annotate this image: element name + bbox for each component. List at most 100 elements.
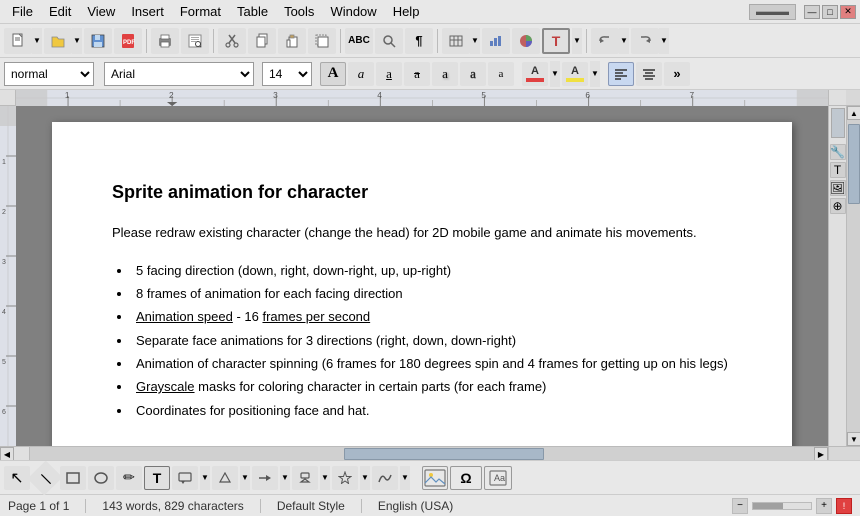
sidebar-character-icon[interactable]: T [830, 162, 846, 178]
menu-tools[interactable]: Tools [276, 2, 322, 21]
paste-button[interactable] [278, 28, 306, 54]
redo-arrow[interactable]: ▼ [659, 28, 669, 54]
menu-table[interactable]: Table [229, 2, 276, 21]
table-arrow[interactable]: ▼ [470, 28, 480, 54]
align-left-button[interactable] [608, 62, 634, 86]
print-button[interactable] [151, 28, 179, 54]
text-draw-tool[interactable]: T [144, 466, 170, 490]
new-arrow[interactable]: ▼ [32, 28, 42, 54]
font-color-arrow[interactable]: ▼ [550, 61, 560, 87]
save-button[interactable] [84, 28, 112, 54]
menu-format[interactable]: Format [172, 2, 229, 21]
font-select[interactable]: Arial Times New Roman Courier New [104, 62, 254, 86]
scroll-track-h[interactable] [30, 447, 814, 460]
callout-arrow[interactable]: ▼ [200, 466, 210, 490]
zoom-slider[interactable] [752, 502, 812, 510]
insert-pie-button[interactable] [512, 28, 540, 54]
document-area[interactable]: Sprite animation for character Please re… [16, 106, 828, 446]
shape-arrow[interactable]: ▼ [240, 466, 250, 490]
preview-button[interactable] [181, 28, 209, 54]
scroll-left-arrow[interactable]: ◀ [0, 447, 14, 461]
strikethrough-button[interactable]: a [404, 62, 430, 86]
spellcheck-button[interactable]: ABC [345, 28, 373, 54]
zoom-fill [753, 503, 783, 509]
export-pdf-button[interactable]: PDF [114, 28, 142, 54]
scroll-up-arrow[interactable]: ▲ [847, 106, 860, 120]
scroll-down-arrow[interactable]: ▼ [847, 432, 860, 446]
arrow-draw-tool[interactable] [252, 466, 278, 490]
redo-button[interactable] [631, 28, 659, 54]
arrow-draw-arrow[interactable]: ▼ [280, 466, 290, 490]
freeform-tool[interactable]: ✏ [116, 466, 142, 490]
paragraph-style-select[interactable]: normal Heading 1 Heading 2 [4, 62, 94, 86]
line-tool[interactable]: | [27, 460, 62, 495]
italic-button[interactable]: a [348, 62, 374, 86]
special-character-button[interactable]: Ω [450, 466, 482, 490]
superscript-button[interactable]: a [488, 62, 514, 86]
copy-button[interactable] [248, 28, 276, 54]
font-color-button[interactable]: A [522, 62, 548, 86]
new-button[interactable] [4, 28, 32, 54]
menu-edit[interactable]: Edit [41, 2, 79, 21]
scroll-track-v[interactable] [847, 120, 860, 432]
menu-window[interactable]: Window [322, 2, 384, 21]
insert-textbox-button[interactable]: T [542, 28, 570, 54]
select-arrow-tool[interactable]: ↖ [4, 466, 30, 490]
align-center-button[interactable] [636, 62, 662, 86]
maximize-btn[interactable]: □ [822, 5, 838, 19]
curve-tool[interactable] [372, 466, 398, 490]
status-sep3 [361, 499, 362, 513]
clone-button[interactable] [308, 28, 336, 54]
undo-button[interactable] [591, 28, 619, 54]
menu-insert[interactable]: Insert [123, 2, 172, 21]
svg-text:2: 2 [169, 91, 174, 100]
window-title: ▬▬▬ [749, 4, 796, 20]
undo-arrow[interactable]: ▼ [619, 28, 629, 54]
rectangle-tool[interactable] [60, 466, 86, 490]
toggle-field-button[interactable]: ¶ [405, 28, 433, 54]
shadow-button[interactable]: a [432, 62, 458, 86]
insert-other-button[interactable]: Aa [484, 466, 512, 490]
flowchart-tool[interactable] [292, 466, 318, 490]
ruler-right-pad [828, 90, 846, 106]
textbox-arrow[interactable]: ▼ [572, 28, 582, 54]
menu-file[interactable]: File [4, 2, 41, 21]
status-zoom-out[interactable]: − [732, 498, 748, 514]
status-zoom-in[interactable]: + [816, 498, 832, 514]
font-size-select[interactable]: 14 12 16 18 [262, 62, 312, 86]
scroll-right-arrow[interactable]: ▶ [814, 447, 828, 461]
find-button[interactable] [375, 28, 403, 54]
scroll-thumb-h[interactable] [344, 448, 544, 460]
insert-image-button[interactable] [422, 466, 448, 490]
sidebar-properties-icon[interactable]: 🔧 [830, 144, 846, 160]
highlight-arrow[interactable]: ▼ [590, 61, 600, 87]
menu-help[interactable]: Help [385, 2, 428, 21]
ellipse-tool[interactable] [88, 466, 114, 490]
scroll-thumb-v[interactable] [848, 124, 860, 204]
bold-button[interactable]: A [320, 62, 346, 86]
star-arrow[interactable]: ▼ [360, 466, 370, 490]
sidebar-navigator-icon[interactable]: ⊕ [830, 198, 846, 214]
star-tool[interactable] [332, 466, 358, 490]
sidebar-gallery-icon[interactable]: 🖼 [830, 180, 846, 196]
status-error[interactable]: ! [836, 498, 852, 514]
svg-text:3: 3 [2, 259, 6, 266]
insert-chart-button[interactable] [482, 28, 510, 54]
cut-button[interactable] [218, 28, 246, 54]
insert-table-button[interactable] [442, 28, 470, 54]
sep1 [146, 29, 147, 53]
menu-view[interactable]: View [79, 2, 123, 21]
shape-tool[interactable] [212, 466, 238, 490]
svg-text:4: 4 [377, 91, 382, 100]
open-button[interactable] [44, 28, 72, 54]
underline-button[interactable]: a [376, 62, 402, 86]
outline-button[interactable]: a [460, 62, 486, 86]
close-btn[interactable]: ✕ [840, 5, 856, 19]
flowchart-arrow[interactable]: ▼ [320, 466, 330, 490]
callout-tool[interactable] [172, 466, 198, 490]
open-arrow[interactable]: ▼ [72, 28, 82, 54]
more-format-button[interactable]: » [664, 62, 690, 86]
minimize-btn[interactable]: — [804, 5, 820, 19]
highlight-button[interactable]: A [562, 62, 588, 86]
curve-arrow[interactable]: ▼ [400, 466, 410, 490]
